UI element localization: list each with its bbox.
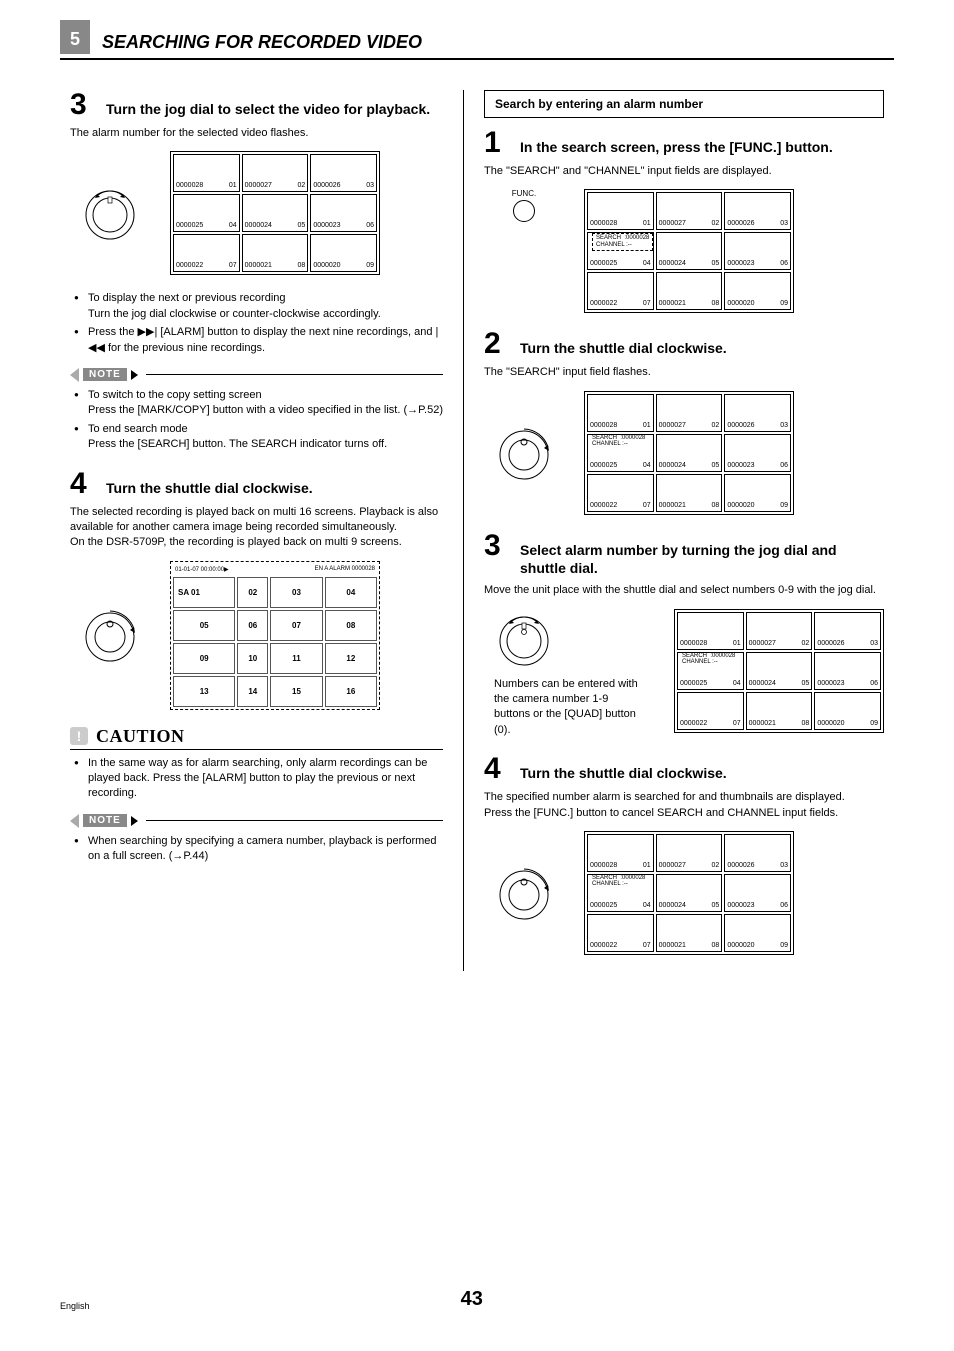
thumbnail-grid: 000002801 000002702 000002603 000002504 …: [170, 151, 380, 275]
jog-dial-icon: [494, 609, 554, 669]
page-number: 43: [90, 1288, 854, 1311]
page-title: SEARCHING FOR RECORDED VIDEO: [102, 32, 422, 53]
thumbnail-grid: 000002801 000002702 000002603 000002504 …: [584, 189, 794, 313]
search-overlay: SEARCH :0000028 CHANNEL :--: [592, 233, 653, 250]
search-overlay: SEARCH :0000028 CHANNEL :--: [682, 653, 735, 666]
page-header: 5 SEARCHING FOR RECORDED VIDEO: [60, 30, 894, 60]
note-item: When searching by specifying a camera nu…: [74, 834, 443, 865]
caution-icon: !: [70, 727, 88, 745]
shuttle-dial-icon: [80, 605, 140, 665]
shuttle-dial-icon: [494, 863, 554, 923]
step-description: The selected recording is played back on…: [70, 505, 443, 551]
step-number: 4: [484, 754, 508, 784]
caution-list: In the same way as for alarm searching, …: [74, 756, 443, 802]
step-number: 1: [484, 128, 508, 158]
language-label: English: [60, 1301, 90, 1311]
thumbnail-grid: 000002801 000002702 000002603 000002504 …: [674, 609, 884, 733]
note-item: To switch to the copy setting screen Pre…: [74, 388, 443, 419]
side-note: Numbers can be entered with the camera n…: [494, 677, 644, 739]
step-description: Move the unit place with the shuttle dia…: [484, 583, 884, 598]
step-title: Turn the jog dial to select the video fo…: [106, 100, 430, 118]
step-title: Select alarm number by turning the jog d…: [520, 541, 884, 577]
step-description: The "SEARCH" and "CHANNEL" input fields …: [484, 164, 884, 179]
bullet-list: To display the next or previous recordin…: [74, 291, 443, 356]
page-footer: English 43: [60, 1288, 894, 1311]
section-number: 5: [60, 20, 90, 54]
step-title: Turn the shuttle dial clockwise.: [520, 339, 727, 357]
step-description: The alarm number for the selected video …: [70, 126, 443, 141]
multi-screen-grid: 01-01-07 00:00:00▶ EN A ALARM 0000028 SA…: [170, 561, 380, 710]
note-list: To switch to the copy setting screen Pre…: [74, 388, 443, 453]
step-title: Turn the shuttle dial clockwise.: [520, 764, 727, 782]
func-button-icon: FUNC.: [494, 189, 554, 222]
caution-item: In the same way as for alarm searching, …: [74, 756, 443, 802]
step-number: 3: [484, 531, 508, 561]
bullet-item: To display the next or previous recordin…: [74, 291, 443, 322]
shuttle-dial-icon: [494, 423, 554, 483]
step-description: The specified number alarm is searched f…: [484, 790, 884, 821]
right-column: Search by entering an alarm number 1 In …: [464, 90, 894, 971]
note-item: To end search mode Press the [SEARCH] bu…: [74, 422, 443, 453]
search-mode-heading: Search by entering an alarm number: [484, 90, 884, 118]
step-title: Turn the shuttle dial clockwise.: [106, 479, 313, 497]
note-heading: NOTE: [70, 814, 443, 828]
left-column: 3 Turn the jog dial to select the video …: [60, 90, 464, 971]
note-list: When searching by specifying a camera nu…: [74, 834, 443, 865]
thumbnail-grid: 000002801 000002702 000002603 000002504 …: [584, 391, 794, 515]
step-number: 3: [70, 90, 94, 120]
caution-heading: ! CAUTION: [70, 726, 443, 750]
note-heading: NOTE: [70, 368, 443, 382]
bullet-item: Press the ▶▶| [ALARM] button to display …: [74, 325, 443, 356]
search-overlay: SEARCH :0000028 CHANNEL :--: [592, 875, 645, 888]
step-description: The "SEARCH" input field flashes.: [484, 365, 884, 380]
jog-dial-icon: [80, 183, 140, 243]
step-number: 4: [70, 469, 94, 499]
search-overlay: SEARCH :0000028 CHANNEL :--: [592, 435, 645, 448]
step-number: 2: [484, 329, 508, 359]
step-title: In the search screen, press the [FUNC.] …: [520, 138, 833, 156]
thumbnail-grid: 000002801 000002702 000002603 000002504 …: [584, 831, 794, 955]
